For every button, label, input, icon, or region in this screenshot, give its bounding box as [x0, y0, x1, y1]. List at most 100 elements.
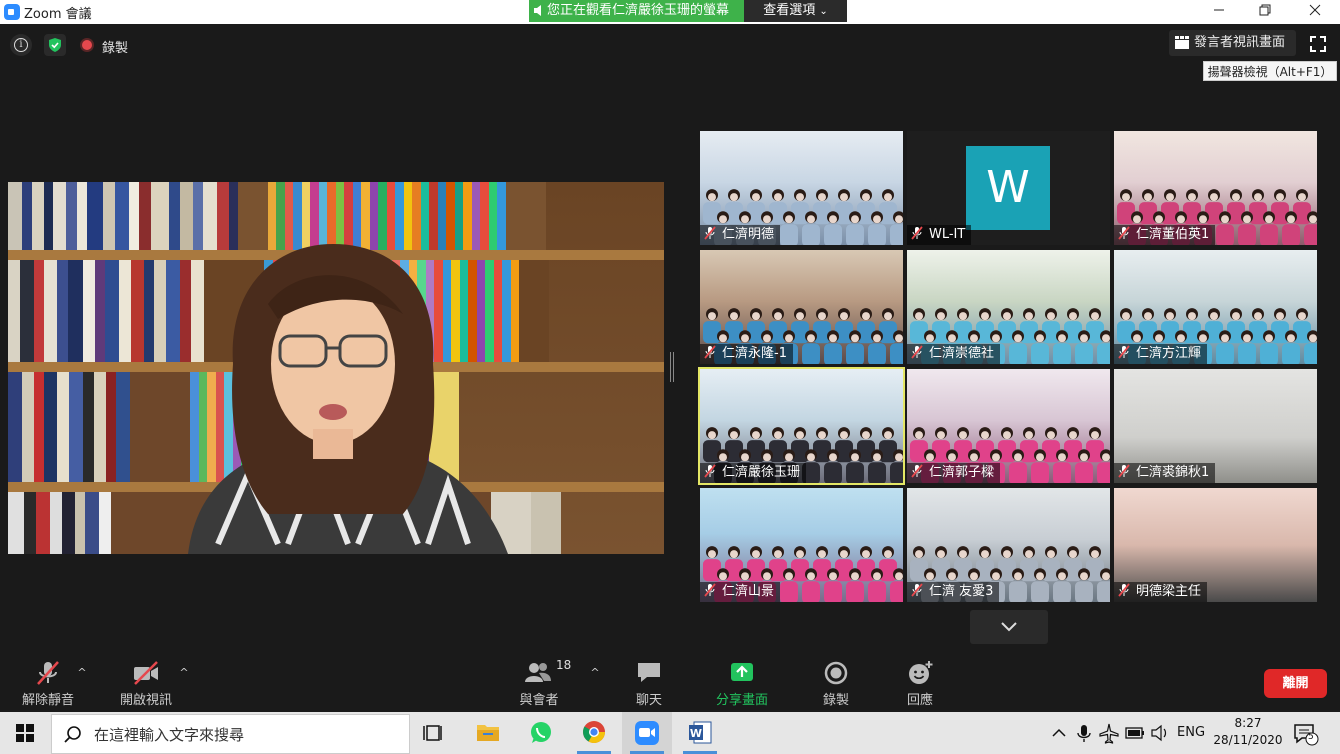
pane-resize-handle[interactable] [670, 352, 674, 382]
participant-name-tag: 仁濟崇德社 [907, 344, 1001, 364]
participants-label: 與會者 [519, 693, 559, 708]
search-icon [64, 726, 81, 743]
task-view-icon [423, 725, 442, 741]
meeting-info-button[interactable]: i [10, 34, 32, 56]
grid-view-icon [1175, 36, 1189, 49]
screen-share-banner: 您正在觀看仁濟嚴徐玉珊的螢幕 [529, 0, 744, 22]
participants-options-caret[interactable]: ^ [588, 666, 602, 680]
start-video-label: 開啟視訊 [119, 693, 172, 708]
minimize-button[interactable] [1196, 0, 1242, 24]
view-options-button[interactable]: 查看選項 ⌄ [744, 0, 847, 22]
start-video-button[interactable]: 開啟視訊 [112, 658, 180, 710]
viewing-share-text: 您正在觀看仁濟嚴徐玉珊的螢幕 [547, 3, 730, 18]
participant-gallery: 仁濟明德 W WL-IT 仁濟董伯英1 仁濟永隆-1 仁濟崇德社 仁濟方江輝 仁濟嚴徐玉珊 仁濟… [698, 131, 1318, 604]
participant-name: 仁濟郭子樑 [929, 465, 995, 480]
participants-icon [525, 663, 551, 682]
input-language-button[interactable]: ENG [1177, 712, 1207, 754]
participant-tile[interactable]: W WL-IT [907, 131, 1110, 245]
taskbar-search-input[interactable] [94, 724, 394, 746]
participant-avatar: W [966, 146, 1050, 230]
unmute-button[interactable]: 解除靜音 [14, 658, 82, 710]
speaker-view-button[interactable]: 發言者視訊畫面 [1169, 30, 1296, 56]
video-options-caret[interactable]: ^ [177, 666, 191, 680]
smiley-plus-icon [909, 661, 933, 684]
microphone-muted-icon [704, 464, 716, 478]
participant-tile[interactable]: 仁濟 友愛3 [907, 488, 1110, 602]
participant-name: 仁濟 友愛3 [929, 584, 994, 599]
leave-meeting-button[interactable]: 離開 [1264, 669, 1327, 698]
zoom-taskbar-app[interactable] [622, 712, 672, 754]
presenter-figure [188, 244, 508, 554]
chevron-up-icon [1052, 728, 1066, 737]
recording-indicator[interactable]: 錄製 [78, 34, 138, 56]
chrome-app[interactable] [569, 712, 619, 754]
speaker-view-label: 發言者視訊畫面 [1194, 35, 1286, 50]
participant-tile[interactable]: 仁濟裘錦秋1 [1114, 369, 1317, 483]
participant-name: 仁濟山景 [722, 584, 775, 599]
file-explorer-app[interactable] [463, 712, 513, 754]
participant-name-tag: 明德梁主任 [1114, 582, 1208, 602]
record-label: 錄製 [822, 693, 849, 708]
active-speaker-video[interactable] [8, 182, 664, 554]
participant-tile[interactable]: 仁濟郭子樑 [907, 369, 1110, 483]
airplane-icon [1099, 723, 1119, 744]
airplane-mode-button[interactable] [1098, 712, 1120, 754]
participant-name: 仁濟方江輝 [1136, 346, 1202, 361]
participant-tile[interactable]: 仁濟山景 [700, 488, 903, 602]
view-options-label: 查看選項 [763, 3, 816, 18]
participant-name-tag: 仁濟郭子樑 [907, 463, 1001, 483]
participant-name: 仁濟崇德社 [929, 346, 995, 361]
chat-bubble-icon [638, 663, 660, 682]
record-button[interactable]: 錄製 [808, 658, 864, 710]
taskbar-clock[interactable]: 8:27 28/11/2020 [1208, 715, 1288, 749]
participant-name-tag: 仁濟 友愛3 [907, 582, 1000, 602]
shield-check-icon [49, 38, 61, 52]
share-screen-icon [731, 663, 753, 681]
task-view-button[interactable] [410, 712, 460, 754]
share-screen-button[interactable]: 分享畫面 [708, 658, 776, 710]
battery-button[interactable] [1124, 712, 1146, 754]
participant-tile[interactable]: 仁濟董伯英1 [1114, 131, 1317, 245]
speaker-view-tooltip: 揚聲器檢視（Alt+F1） [1203, 61, 1337, 81]
participant-name-tag: 仁濟嚴徐玉珊 [700, 463, 807, 483]
gallery-next-page-button[interactable] [970, 610, 1048, 644]
restore-button[interactable] [1242, 0, 1288, 24]
notification-count: 5 [1308, 732, 1314, 742]
recording-label: 錄製 [102, 41, 129, 56]
chrome-icon [583, 721, 605, 743]
microphone-muted-icon [704, 583, 716, 597]
participant-name: 仁濟裘錦秋1 [1136, 465, 1210, 480]
participant-name-tag: 仁濟裘錦秋1 [1114, 463, 1216, 483]
whatsapp-app[interactable] [516, 712, 566, 754]
taskbar-search-box[interactable] [51, 714, 410, 754]
svg-text:W: W [690, 727, 702, 740]
microphone-muted-icon [1118, 583, 1130, 597]
word-app[interactable]: W [675, 712, 725, 754]
show-hidden-icons-button[interactable] [1050, 712, 1068, 754]
reactions-button[interactable]: 回應 [892, 658, 948, 710]
security-button[interactable] [44, 34, 66, 56]
audio-options-caret[interactable]: ^ [75, 666, 89, 680]
participant-name: 明德梁主任 [1136, 584, 1202, 599]
zoom-app-icon [4, 4, 20, 20]
participant-tile[interactable]: 仁濟明德 [700, 131, 903, 245]
participant-name-tag: WL-IT [907, 225, 972, 245]
participant-tile[interactable]: 仁濟崇德社 [907, 250, 1110, 364]
close-button[interactable] [1292, 0, 1338, 24]
participant-tile[interactable]: 仁濟嚴徐玉珊 [698, 367, 905, 485]
participant-tile[interactable]: 仁濟永隆-1 [700, 250, 903, 364]
chat-button[interactable]: 聊天 [620, 658, 678, 710]
participant-name-tag: 仁濟山景 [700, 582, 781, 602]
action-center-button[interactable]: 5 [1292, 721, 1320, 747]
start-button[interactable] [0, 712, 50, 754]
participants-button[interactable]: 18 與會者 [508, 658, 571, 710]
folder-icon [477, 725, 499, 741]
chevron-up-icon: ^ [590, 666, 600, 679]
participant-tile[interactable]: 明德梁主任 [1114, 488, 1317, 602]
participant-name: WL-IT [929, 227, 966, 242]
participant-tile[interactable]: 仁濟方江輝 [1114, 250, 1317, 364]
volume-button[interactable] [1150, 712, 1170, 754]
microphone-tray-button[interactable] [1074, 712, 1094, 754]
microphone-icon [1077, 725, 1091, 742]
fullscreen-button[interactable] [1306, 32, 1330, 56]
